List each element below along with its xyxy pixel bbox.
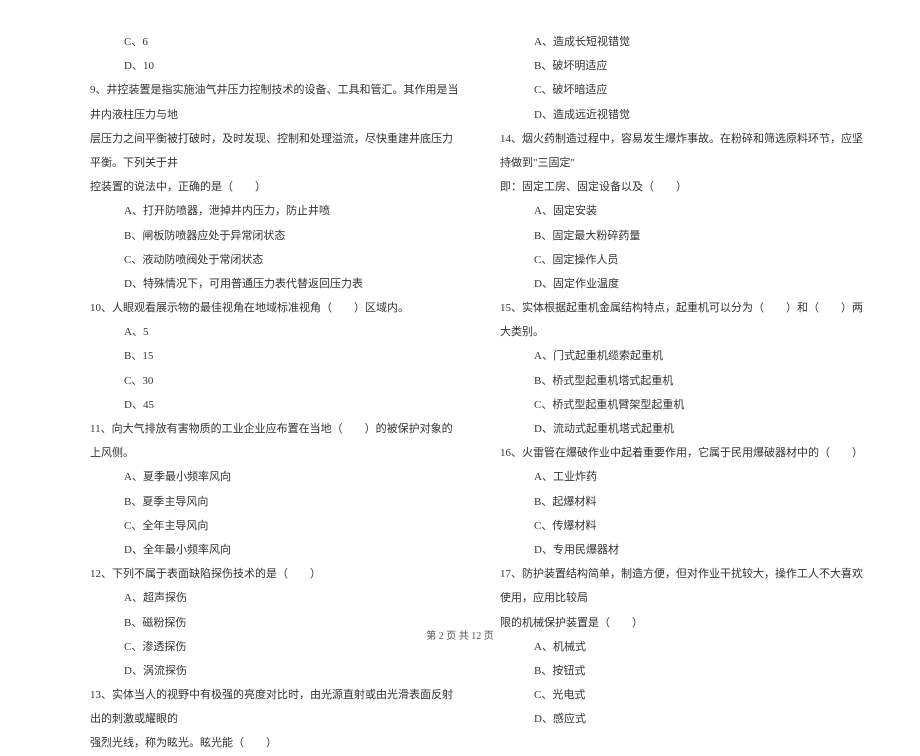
option-text: B、固定最大粉碎药量 [500, 224, 870, 248]
question-12: 12、下列不属于表面缺陷探伤技术的是（ ） [90, 562, 460, 586]
option-text: D、涡流探伤 [90, 659, 460, 683]
question-9-cont: 层压力之间平衡被打破时，及时发现、控制和处理溢流，尽快重建井底压力平衡。下列关于… [90, 127, 460, 175]
question-15: 15、实体根据起重机金属结构特点，起重机可以分为（ ）和（ ）两大类别。 [500, 296, 870, 344]
option-text: D、专用民爆器材 [500, 538, 870, 562]
option-text: C、桥式型起重机臂架型起重机 [500, 393, 870, 417]
option-text: C、30 [90, 369, 460, 393]
question-13: 13、实体当人的视野中有极强的亮度对比时，由光源直射或由光滑表面反射出的刺激或耀… [90, 683, 460, 731]
option-text: D、特殊情况下，可用普通压力表代替返回压力表 [90, 272, 460, 296]
option-text: A、门式起重机缆索起重机 [500, 344, 870, 368]
question-9-cont: 控装置的说法中，正确的是（ ） [90, 175, 460, 199]
option-text: D、流动式起重机塔式起重机 [500, 417, 870, 441]
option-text: D、全年最小频率风向 [90, 538, 460, 562]
question-13-cont: 强烈光线，称为眩光。眩光能（ ） [90, 731, 460, 755]
page-content: C、6 D、10 9、井控装置是指实施油气井压力控制技术的设备、工具和管汇。其作… [0, 0, 920, 756]
option-text: C、固定操作人员 [500, 248, 870, 272]
question-16: 16、火雷管在爆破作业中起着重要作用，它属于民用爆破器材中的（ ） [500, 441, 870, 465]
option-text: C、液动防喷阀处于常闭状态 [90, 248, 460, 272]
option-text: D、感应式 [500, 707, 870, 731]
question-10: 10、人眼观看展示物的最佳视角在地域标准视角（ ）区域内。 [90, 296, 460, 320]
option-text: C、传爆材料 [500, 514, 870, 538]
option-text: A、超声探伤 [90, 586, 460, 610]
option-text: B、夏季主导风向 [90, 490, 460, 514]
option-text: D、10 [90, 54, 460, 78]
option-text: C、光电式 [500, 683, 870, 707]
option-text: C、破坏暗适应 [500, 78, 870, 102]
question-9: 9、井控装置是指实施油气井压力控制技术的设备、工具和管汇。其作用是当井内液柱压力… [90, 78, 460, 126]
option-text: C、6 [90, 30, 460, 54]
option-text: C、全年主导风向 [90, 514, 460, 538]
option-text: B、15 [90, 344, 460, 368]
option-text: B、起爆材料 [500, 490, 870, 514]
question-14: 14、烟火药制造过程中，容易发生爆炸事故。在粉碎和筛选原料环节，应坚持做到"三固… [500, 127, 870, 175]
question-14-cont: 即：固定工房、固定设备以及（ ） [500, 175, 870, 199]
option-text: A、造成长短视错觉 [500, 30, 870, 54]
right-column: A、造成长短视错觉 B、破坏明适应 C、破坏暗适应 D、造成远近视错觉 14、烟… [500, 30, 870, 756]
option-text: A、工业炸药 [500, 465, 870, 489]
option-text: B、闸板防喷器应处于异常闭状态 [90, 224, 460, 248]
question-11: 11、向大气排放有害物质的工业企业应布置在当地（ ）的被保护对象的上风侧。 [90, 417, 460, 465]
option-text: A、5 [90, 320, 460, 344]
option-text: B、桥式型起重机塔式起重机 [500, 369, 870, 393]
option-text: A、固定安装 [500, 199, 870, 223]
option-text: A、打开防喷器，泄掉井内压力，防止井喷 [90, 199, 460, 223]
option-text: D、造成远近视错觉 [500, 103, 870, 127]
left-column: C、6 D、10 9、井控装置是指实施油气井压力控制技术的设备、工具和管汇。其作… [90, 30, 460, 756]
option-text: B、破坏明适应 [500, 54, 870, 78]
option-text: A、夏季最小频率风向 [90, 465, 460, 489]
page-footer: 第 2 页 共 12 页 [0, 627, 920, 642]
option-text: D、固定作业温度 [500, 272, 870, 296]
option-text: B、按钮式 [500, 659, 870, 683]
option-text: D、45 [90, 393, 460, 417]
question-17: 17、防护装置结构简单，制造方便，但对作业干扰较大，操作工人不大喜欢使用，应用比… [500, 562, 870, 610]
